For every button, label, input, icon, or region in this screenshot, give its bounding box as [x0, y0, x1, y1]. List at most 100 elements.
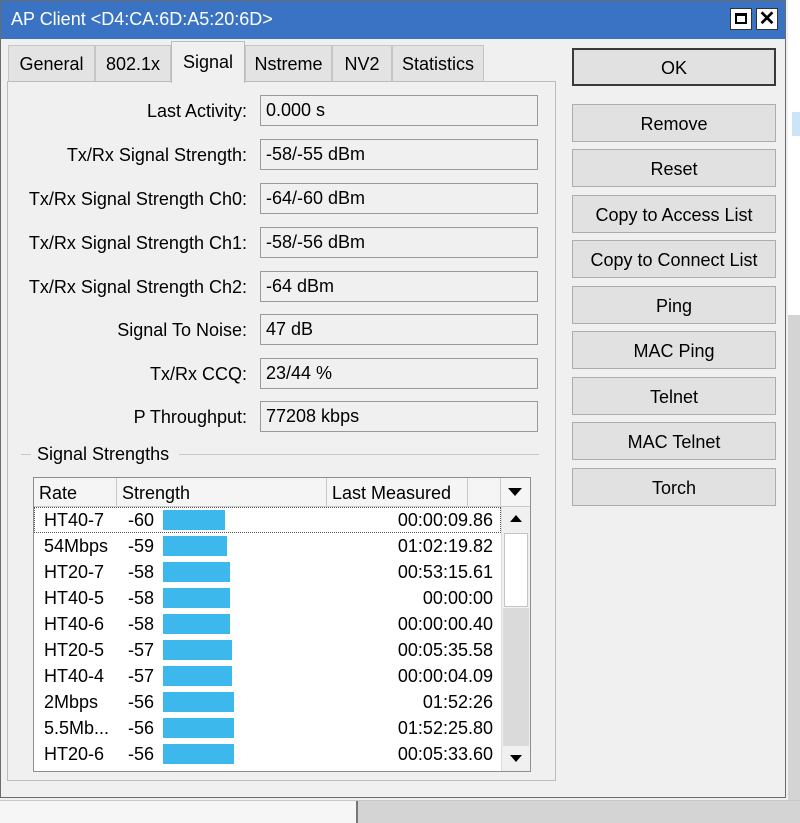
last-measured-cell: 00:05:33.60: [397, 744, 493, 764]
rate-cell: HT20-7: [44, 562, 105, 582]
strength-bar: [163, 744, 235, 764]
scroll-down-button[interactable]: [502, 747, 530, 771]
telnet-button[interactable]: Telnet: [572, 377, 776, 415]
rate-cell: HT40-7: [44, 510, 105, 530]
last-activity-field[interactable]: 0.000 s: [260, 95, 538, 126]
signal-strengths-title: Signal Strengths: [37, 444, 170, 464]
strength-cell: -58: [128, 562, 155, 582]
torch-button[interactable]: Torch: [572, 468, 776, 506]
last-measured-cell: 01:52:25.80: [397, 718, 493, 738]
tab-signal[interactable]: Signal: [171, 41, 245, 83]
window-title: AP Client <D4:CA:6D:A5:20:6D>: [11, 9, 273, 29]
table-row[interactable]: 54Mbps -59 01:02:19.82: [34, 533, 501, 559]
reset-button[interactable]: Reset: [572, 149, 776, 187]
background-highlight: [792, 112, 800, 136]
strength-bar: [163, 562, 230, 582]
background-panel: [788, 315, 800, 822]
strength-bar: [163, 510, 225, 530]
signal-strength-ch1-label: Tx/Rx Signal Strength Ch1:: [28, 233, 247, 253]
last-activity-label: Last Activity:: [146, 101, 247, 121]
strength-cell: -56: [128, 692, 155, 712]
strength-bar: [163, 666, 232, 686]
table-scrollbar[interactable]: [501, 507, 530, 771]
signal-strength-ch2-label: Tx/Rx Signal Strength Ch2:: [28, 277, 247, 297]
signal-strength-ch0-field[interactable]: -64/-60 dBm: [260, 183, 538, 214]
ping-button[interactable]: Ping: [572, 286, 776, 324]
strength-cell: -58: [128, 614, 155, 634]
last-measured-cell: 00:05:35.58: [397, 640, 493, 660]
background-app-bottom: [0, 800, 800, 823]
last-measured-cell: 00:00:04.09: [397, 666, 493, 686]
ok-button[interactable]: OK: [572, 48, 776, 86]
table-row[interactable]: 5.5Mb... -56 01:52:25.80: [34, 715, 501, 741]
signal-strength-label: Tx/Rx Signal Strength:: [66, 145, 247, 165]
rate-cell: 5.5Mb...: [44, 718, 110, 738]
mac-ping-button[interactable]: MAC Ping: [572, 331, 776, 369]
rate-cell: HT40-5: [44, 588, 105, 608]
signal-strength-ch2-field[interactable]: -64 dBm: [260, 271, 538, 302]
copy-to-connect-list-button[interactable]: Copy to Connect List: [572, 240, 776, 278]
signal-to-noise-field[interactable]: 47 dB: [260, 314, 538, 345]
remove-button[interactable]: Remove: [572, 104, 776, 142]
table-row[interactable]: HT40-5 -58 00:00:00: [34, 585, 501, 611]
table-header: Rate Strength Last Measured: [34, 478, 530, 507]
tab-label: NV2: [344, 54, 380, 74]
columns-dropdown-button[interactable]: [501, 478, 530, 506]
column-header-strength[interactable]: Strength: [117, 478, 327, 506]
arrow-down-icon: [510, 755, 522, 762]
table-row[interactable]: HT40-6 -58 00:00:00.40: [34, 611, 501, 637]
tab-label: Nstreme: [254, 54, 323, 74]
strength-bar: [163, 536, 228, 556]
scroll-up-button[interactable]: [502, 507, 530, 531]
mac-telnet-button[interactable]: MAC Telnet: [572, 422, 776, 460]
table-row[interactable]: HT40-7 -60 00:00:09.86: [34, 507, 501, 533]
signal-to-noise-label: Signal To Noise:: [117, 320, 247, 340]
ap-client-window: AP Client <D4:CA:6D:A5:20:6D> ✕ General …: [0, 0, 786, 798]
strength-cell: -58: [128, 588, 155, 608]
copy-to-access-list-button[interactable]: Copy to Access List: [572, 195, 776, 233]
table-row[interactable]: HT20-5 -57 00:05:35.58: [34, 637, 501, 663]
signal-strength-field[interactable]: -58/-55 dBm: [260, 139, 538, 170]
scrollbar-track[interactable]: [503, 608, 529, 746]
maximize-button[interactable]: [730, 8, 752, 30]
ccq-label: Tx/Rx CCQ:: [150, 364, 247, 384]
arrow-up-icon: [510, 515, 522, 522]
last-measured-cell: 00:00:09.86: [397, 510, 493, 530]
column-header-last-measured[interactable]: Last Measured: [327, 478, 468, 506]
last-measured-cell: 00:00:00: [422, 588, 493, 608]
tab-nv2[interactable]: NV2: [332, 45, 392, 81]
last-measured-cell: 01:52:26: [422, 692, 493, 712]
close-button[interactable]: ✕: [756, 8, 778, 30]
last-measured-cell: 01:02:19.82: [397, 536, 493, 556]
group-divider: [179, 454, 539, 455]
table-row[interactable]: HT20-6 -56 00:05:33.60: [34, 741, 501, 767]
rate-cell: 54Mbps: [44, 536, 109, 556]
p-throughput-field[interactable]: 77208 kbps: [260, 401, 538, 432]
strength-cell: -57: [128, 666, 155, 686]
table-row[interactable]: HT20-7 -58 00:53:15.61: [34, 559, 501, 585]
signal-strengths-table: Rate Strength Last Measured HT40-7 -60 0…: [33, 477, 531, 772]
signal-strength-ch1-field[interactable]: -58/-56 dBm: [260, 227, 538, 258]
table-row[interactable]: 2Mbps -56 01:52:26: [34, 689, 501, 715]
scrollbar-thumb[interactable]: [504, 533, 528, 607]
strength-bar: [163, 718, 235, 738]
strength-bar: [163, 588, 230, 608]
ccq-field[interactable]: 23/44 %: [260, 358, 538, 389]
table-row[interactable]: HT40-4 -57 00:00:04.09: [34, 663, 501, 689]
strength-cell: -56: [128, 718, 155, 738]
tab-label: 802.1x: [105, 54, 161, 74]
tab-802-1x[interactable]: 802.1x: [95, 45, 171, 81]
tab-statistics[interactable]: Statistics: [392, 45, 484, 81]
rate-cell: HT20-5: [44, 640, 105, 660]
strength-bar: [163, 692, 235, 712]
rate-cell: HT40-4: [44, 666, 105, 686]
strength-cell: -59: [128, 536, 155, 556]
table-rows: HT40-7 -60 00:00:09.86 54Mbps -59 01:02:…: [34, 507, 501, 767]
strength-bar: [163, 640, 232, 660]
column-header-label: Last Measured: [332, 483, 452, 503]
column-header-rate[interactable]: Rate: [34, 478, 117, 506]
tab-general[interactable]: General: [8, 45, 95, 81]
tab-label: Statistics: [401, 54, 475, 74]
tab-nstreme[interactable]: Nstreme: [245, 45, 332, 81]
title-bar[interactable]: AP Client <D4:CA:6D:A5:20:6D> ✕: [1, 1, 785, 39]
